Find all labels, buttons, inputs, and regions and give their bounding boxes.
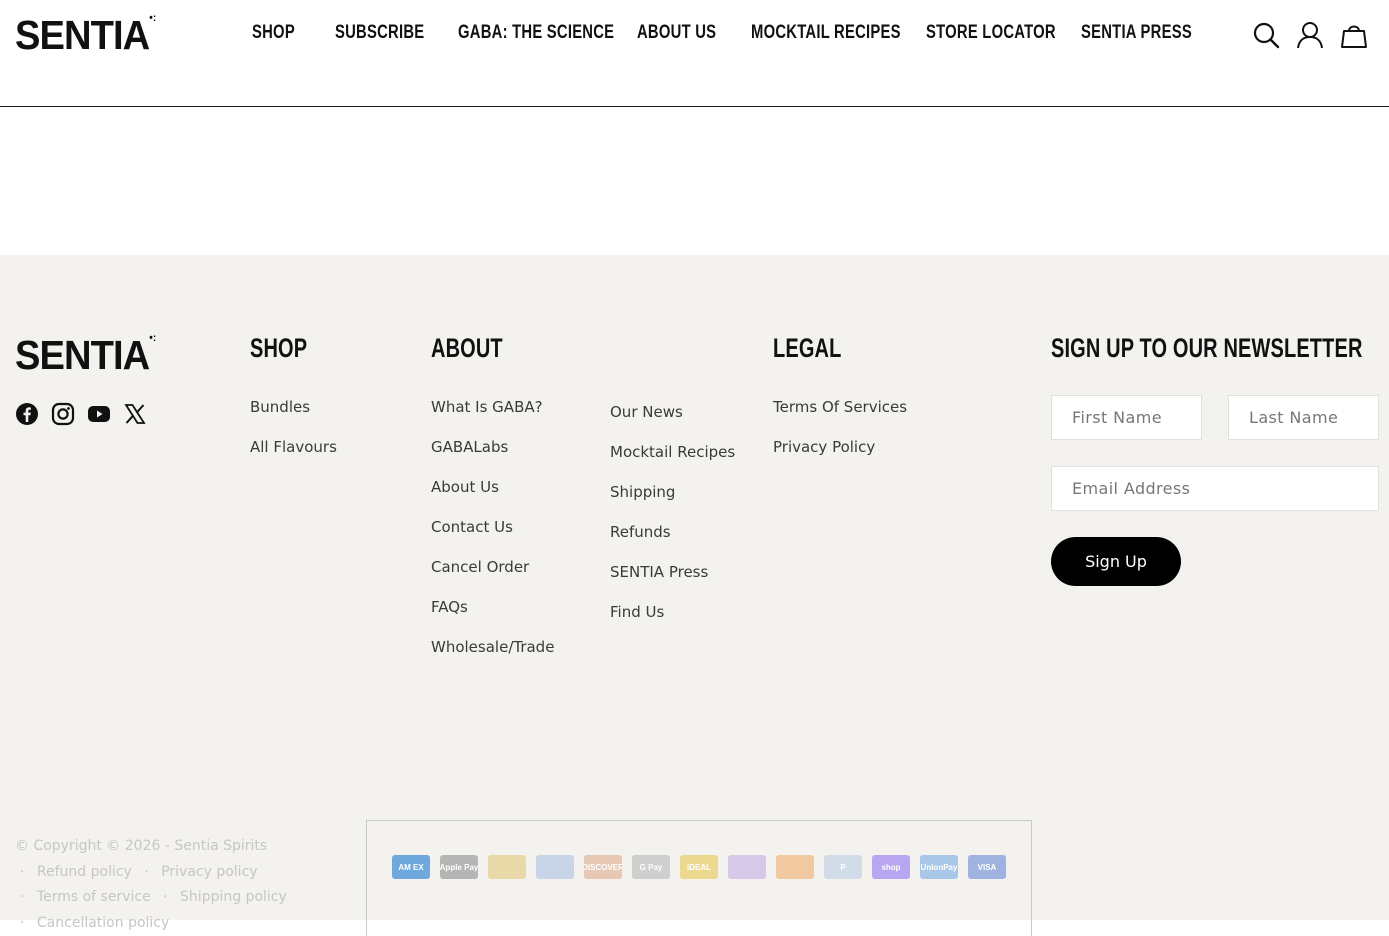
nav-mocktail-recipes[interactable]: MOCKTAIL RECIPES [751, 22, 901, 44]
policy-row-3: · Cancellation policy [20, 915, 170, 931]
nav-subscribe[interactable]: SUBSCRIBE [335, 22, 424, 44]
footer-shop-title: SHOP [250, 333, 308, 363]
footer-about-title: ABOUT [431, 333, 503, 363]
maestro-icon [728, 855, 766, 879]
bancontact-icon [488, 855, 526, 879]
amex-icon: AM EX [392, 855, 430, 879]
nav-sentia-press[interactable]: SENTIA PRESS [1081, 22, 1192, 44]
footer-link-cancel-order[interactable]: Cancel Order [431, 558, 554, 598]
policy-row-1: · Refund policy · Privacy policy [20, 864, 258, 880]
cancellation-policy-link[interactable]: Cancellation policy [37, 915, 169, 931]
mastercard-icon [776, 855, 814, 879]
footer-logo[interactable]: SENTIA •: [15, 332, 156, 378]
policy-row-2: · Terms of service · Shipping policy [20, 889, 287, 905]
search-icon[interactable] [1252, 20, 1280, 50]
account-icon[interactable] [1296, 20, 1324, 50]
footer-link-terms[interactable]: Terms Of Services [773, 398, 907, 438]
footer-logo-text: SENTIA [15, 332, 150, 378]
apple-pay-icon: Apple Pay [440, 855, 478, 879]
cart-icon[interactable] [1340, 20, 1368, 50]
footer-link-mocktail-recipes[interactable]: Mocktail Recipes [610, 443, 735, 483]
instagram-icon[interactable] [51, 402, 75, 426]
ideal-icon: iDEAL [680, 855, 718, 879]
payment-icons: AM EX Apple Pay DISCOVER G Pay iDEAL Pshop Uni… [392, 855, 1006, 879]
copyright: © Copyright © 2026 - Sentia Spirits [15, 838, 268, 854]
nav-shop[interactable]: SHOP [252, 22, 295, 44]
nav-store-locator[interactable]: STORE LOCATOR [926, 22, 1056, 44]
footer-link-bundles[interactable]: Bundles [250, 398, 337, 438]
footer-link-refunds[interactable]: Refunds [610, 523, 735, 563]
refund-policy-link[interactable]: Refund policy [37, 864, 132, 880]
footer-logo-mark: •: [149, 332, 157, 344]
social-links [15, 402, 147, 426]
shipping-policy-link[interactable]: Shipping policy [180, 889, 287, 905]
footer-about-links-1: What Is GABA? GABALabs About Us Contact … [431, 398, 554, 678]
shop-pay-icon: shop [872, 855, 910, 879]
last-name-field[interactable]: Last Name [1228, 395, 1379, 440]
footer-link-our-news[interactable]: Our News [610, 403, 735, 443]
main-nav: SHOP SUBSCRIBE GABA: THE SCIENCE ABOUT U… [0, 22, 1389, 50]
footer-link-what-is-gaba[interactable]: What Is GABA? [431, 398, 554, 438]
footer-link-sentia-press[interactable]: SENTIA Press [610, 563, 735, 603]
footer-link-all-flavours[interactable]: All Flavours [250, 438, 337, 478]
visa-icon: VISA [968, 855, 1006, 879]
site-header: SENTIA •: SHOP SUBSCRIBE GABA: THE SCIENC… [0, 0, 1389, 107]
footer-link-privacy[interactable]: Privacy Policy [773, 438, 907, 478]
discover-icon: DISCOVER [584, 855, 622, 879]
footer-link-shipping[interactable]: Shipping [610, 483, 735, 523]
footer-link-find-us[interactable]: Find Us [610, 603, 735, 643]
nav-about-us[interactable]: ABOUT US [637, 22, 716, 44]
facebook-icon[interactable] [15, 402, 39, 426]
unionpay-icon: UnionPay [920, 855, 958, 879]
footer-link-wholesale[interactable]: Wholesale/Trade [431, 638, 554, 678]
footer-about-links-2: Our News Mocktail Recipes Shipping Refun… [610, 403, 735, 643]
footer-link-contact-us[interactable]: Contact Us [431, 518, 554, 558]
paypal-icon: P [824, 855, 862, 879]
page-content-blank [0, 107, 1389, 255]
footer-link-faqs[interactable]: FAQs [431, 598, 554, 638]
terms-of-service-link[interactable]: Terms of service [37, 889, 151, 905]
google-pay-icon: G Pay [632, 855, 670, 879]
nav-gaba-science[interactable]: GABA: THE SCIENCE [458, 22, 614, 44]
footer-link-about-us[interactable]: About Us [431, 478, 554, 518]
sign-up-button[interactable]: Sign Up [1051, 537, 1181, 586]
footer-legal-title: LEGAL [773, 333, 842, 363]
newsletter-title: SIGN UP TO OUR NEWSLETTER [1051, 333, 1363, 363]
privacy-policy-link[interactable]: Privacy policy [161, 864, 257, 880]
diners-club-icon [536, 855, 574, 879]
footer-shop-links: Bundles All Flavours [250, 398, 337, 478]
youtube-icon[interactable] [87, 402, 111, 426]
footer-legal-links: Terms Of Services Privacy Policy [773, 398, 907, 478]
first-name-field[interactable]: First Name [1051, 395, 1202, 440]
x-icon[interactable] [123, 402, 147, 426]
footer-link-gabalabs[interactable]: GABALabs [431, 438, 554, 478]
email-field[interactable]: Email Address [1051, 466, 1379, 511]
